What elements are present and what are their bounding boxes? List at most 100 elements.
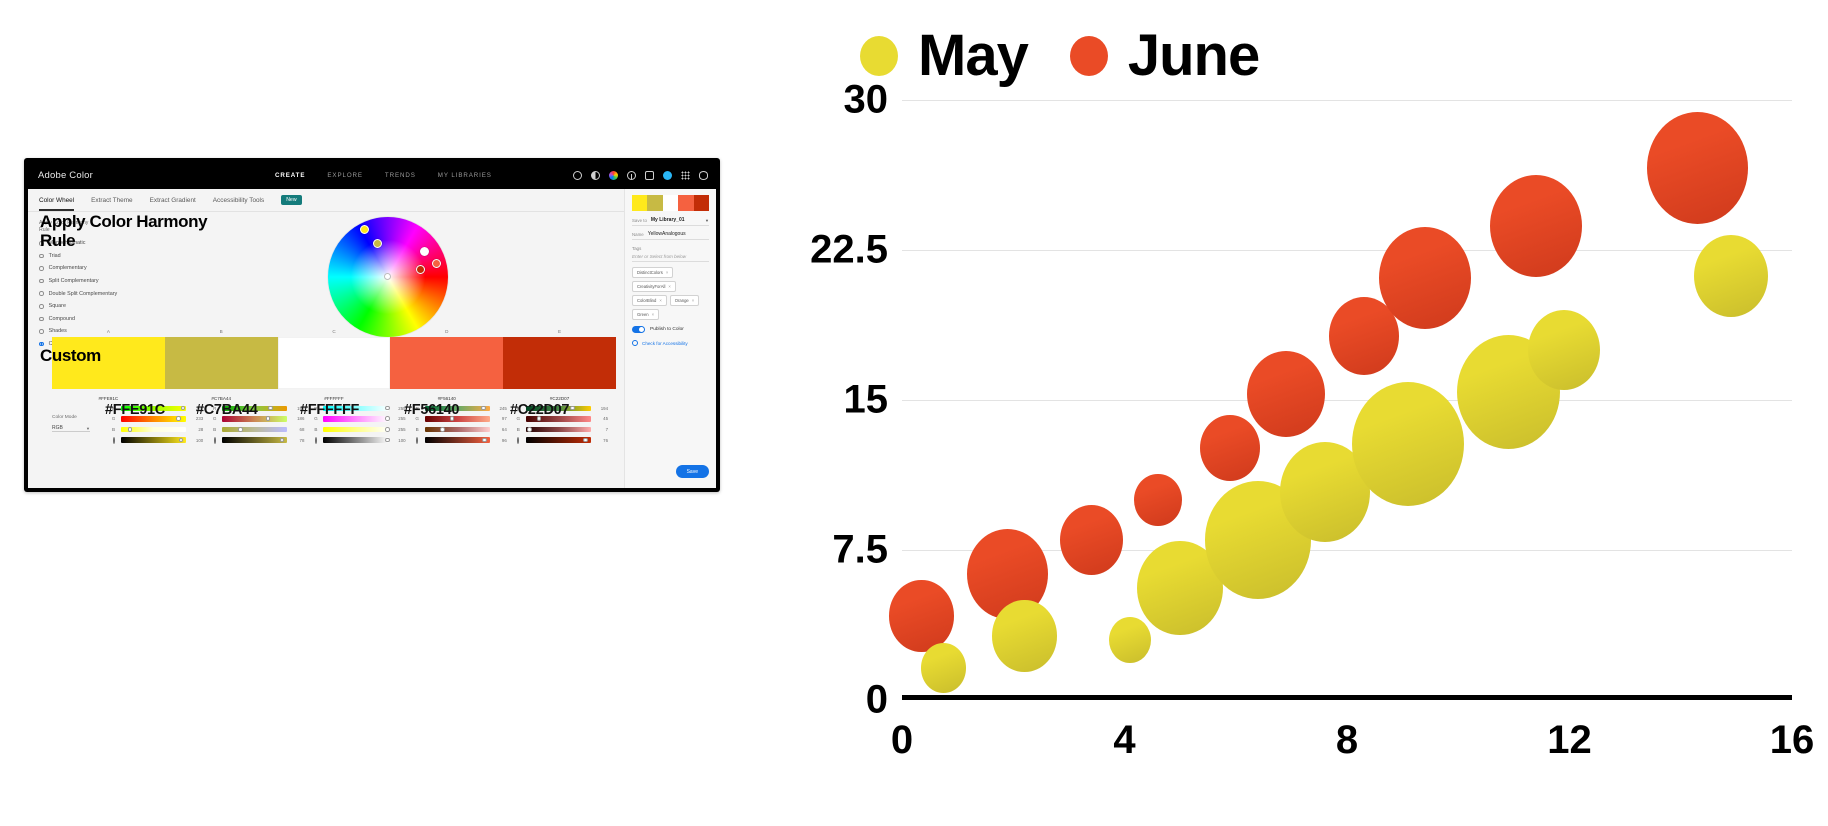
bubble-may-8[interactable]: [1527, 309, 1601, 391]
harmony-rule-double-split-complementary[interactable]: Double Split Complementary: [39, 287, 244, 300]
bubble-may-2[interactable]: [1109, 616, 1152, 664]
radio-icon[interactable]: [39, 316, 44, 322]
wheel-handle-e[interactable]: [416, 265, 425, 274]
info-icon[interactable]: [627, 170, 636, 180]
slider-row-b[interactable]: B 68: [211, 424, 304, 435]
slider-knob[interactable]: [385, 416, 390, 422]
close-icon[interactable]: ×: [659, 298, 661, 303]
harmony-rule-split-complementary[interactable]: Split Complementary: [39, 275, 244, 288]
tab-extract-theme[interactable]: Extract Theme: [91, 197, 132, 204]
slider-knob[interactable]: [385, 437, 390, 443]
tags-input[interactable]: Enter or Select from below: [632, 254, 709, 262]
slider-track[interactable]: [525, 426, 592, 433]
wheel-center-handle[interactable]: [384, 273, 391, 280]
slider-track[interactable]: [222, 437, 288, 443]
slider-knob[interactable]: [482, 437, 487, 443]
bubble-june-4[interactable]: [1200, 414, 1261, 482]
slider-knob[interactable]: [385, 427, 390, 432]
slider-knob[interactable]: [385, 405, 390, 411]
tag-chip-orange[interactable]: Orange ×: [669, 295, 700, 306]
harmony-rule-compound[interactable]: Compound: [39, 313, 244, 326]
chevron-down-icon[interactable]: ▼: [86, 426, 90, 431]
slider-knob[interactable]: [480, 405, 486, 411]
slider-row-brightness[interactable]: 96: [414, 435, 507, 446]
tab-color-wheel[interactable]: Color Wheel: [39, 197, 75, 211]
check-accessibility-link[interactable]: Check for Accessibility: [632, 340, 709, 346]
color-mode-control[interactable]: Color Mode RGB ▼: [52, 403, 110, 482]
slider-knob[interactable]: [268, 405, 273, 411]
harmony-rule-complementary[interactable]: Complementary: [39, 262, 244, 275]
slider-knob[interactable]: [176, 416, 181, 422]
slider-row-brightness[interactable]: 78: [211, 435, 304, 446]
save-button[interactable]: Save: [675, 465, 709, 478]
avatar-icon[interactable]: [663, 170, 672, 180]
bubble-june-2[interactable]: [1059, 505, 1123, 575]
bubble-may-6[interactable]: [1352, 382, 1465, 506]
bubble-june-3[interactable]: [1134, 473, 1182, 527]
swatch-column-e[interactable]: E #C22D07: [503, 329, 616, 401]
app-grid-icon[interactable]: [681, 170, 690, 180]
slider-knob[interactable]: [439, 427, 445, 432]
slider-knob[interactable]: [127, 427, 133, 432]
bubble-june-8[interactable]: [1489, 174, 1583, 278]
slider-row-brightness[interactable]: 76: [515, 435, 608, 446]
slider-row-brightness[interactable]: 100: [110, 435, 203, 446]
chat-icon[interactable]: [645, 170, 654, 180]
slider-row-brightness[interactable]: 100: [312, 435, 406, 446]
publish-toggle-row[interactable]: Publish to Color: [632, 326, 709, 333]
bubble-may-9[interactable]: [1693, 234, 1768, 318]
slider-track[interactable]: [121, 437, 187, 443]
legend-item-june[interactable]: June: [1069, 22, 1260, 89]
slider-track[interactable]: [424, 437, 490, 443]
slider-track[interactable]: [121, 426, 187, 433]
slider-knob[interactable]: [180, 405, 186, 411]
radio-icon[interactable]: [39, 329, 44, 334]
slider-knob[interactable]: [583, 437, 589, 443]
chevron-down-icon[interactable]: ▼: [705, 218, 709, 223]
tab-extract-gradient[interactable]: Extract Gradient: [150, 197, 196, 204]
bubble-may-0[interactable]: [921, 643, 967, 693]
swatch-column-b[interactable]: B #C7BA44: [164, 329, 278, 401]
creative-cloud-icon[interactable]: [609, 170, 618, 180]
tag-chip-colorblind[interactable]: ColorBlind ×: [632, 295, 667, 306]
slider-track[interactable]: [222, 426, 288, 433]
bubble-june-0[interactable]: [889, 580, 954, 652]
slider-track[interactable]: [323, 437, 390, 443]
slider-track[interactable]: [525, 437, 592, 443]
tag-chip-creativityforall[interactable]: CreativityForAll ×: [632, 281, 676, 292]
search-icon[interactable]: [573, 170, 582, 180]
slider-track[interactable]: [424, 426, 490, 433]
slider-knob[interactable]: [279, 437, 285, 443]
slider-row-b[interactable]: B7: [515, 424, 608, 435]
close-icon[interactable]: ×: [666, 270, 668, 275]
radio-icon[interactable]: [39, 266, 44, 271]
wheel-handle-a[interactable]: [360, 225, 369, 234]
close-icon[interactable]: ×: [652, 312, 654, 317]
bubble-june-5[interactable]: [1246, 350, 1325, 438]
slider-knob[interactable]: [265, 416, 271, 422]
nav-item-trends[interactable]: TRENDS: [385, 172, 416, 179]
swatch-chip[interactable]: [503, 337, 616, 389]
slider-knob[interactable]: [570, 405, 576, 411]
radio-icon[interactable]: [39, 278, 44, 284]
color-wheel-container[interactable]: [328, 217, 448, 337]
radio-icon[interactable]: [39, 303, 44, 309]
tab-accessibility-tools[interactable]: Accessibility Tools: [213, 197, 264, 204]
nav-item-my-libraries[interactable]: MY LIBRARIES: [438, 172, 492, 179]
nav-item-explore[interactable]: EXPLORE: [327, 172, 363, 179]
save-to-row[interactable]: Save to My Library_01 ▼: [632, 217, 709, 226]
publish-toggle[interactable]: [632, 326, 645, 333]
tag-chip-green[interactable]: Green ×: [632, 309, 660, 320]
harmony-rule-square[interactable]: Square: [39, 300, 244, 313]
wheel-handle-d[interactable]: [432, 259, 441, 268]
harmony-rule-shades[interactable]: Shades: [39, 325, 244, 338]
slider-row-b[interactable]: B 255: [312, 424, 406, 435]
radio-icon[interactable]: [39, 291, 44, 296]
slider-knob[interactable]: [527, 427, 533, 432]
harmony-rule-triad[interactable]: Triad: [39, 250, 244, 263]
swatch-chip[interactable]: [164, 337, 278, 389]
slider-track[interactable]: [323, 426, 390, 433]
bubble-june-7[interactable]: [1378, 226, 1472, 330]
swatch-chip[interactable]: [390, 337, 504, 389]
slider-knob[interactable]: [238, 427, 243, 432]
